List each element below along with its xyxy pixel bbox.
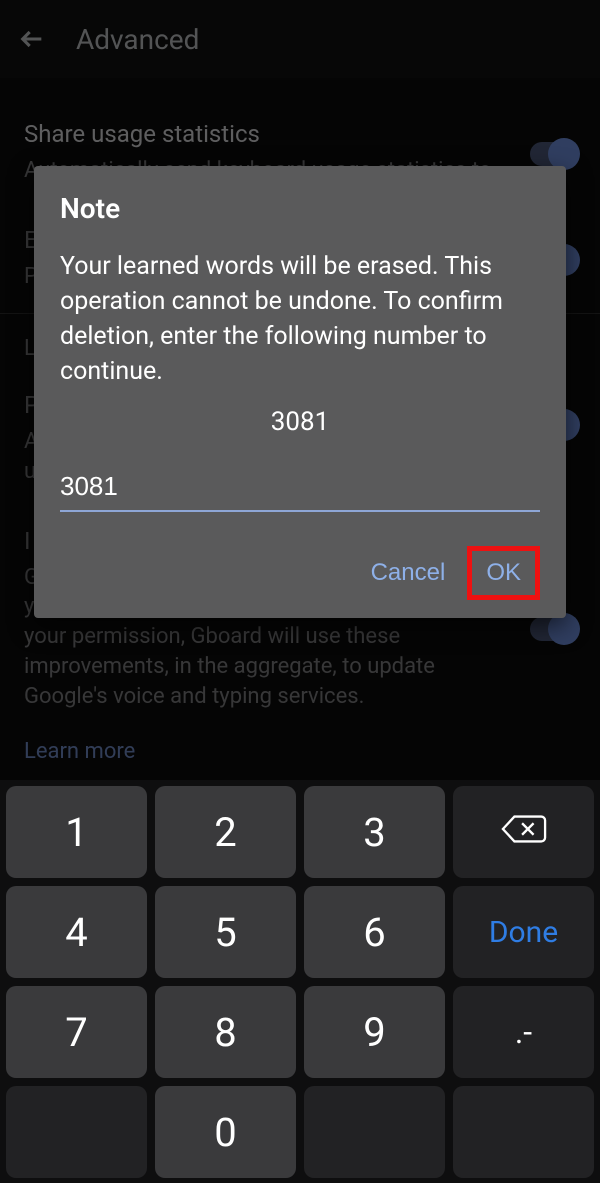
keyboard-row: 7 8 9 .- (6, 986, 594, 1078)
key-6[interactable]: 6 (304, 886, 445, 978)
key-blank-mid[interactable] (304, 1086, 445, 1178)
key-blank-left[interactable] (6, 1086, 147, 1178)
dialog-body: Your learned words will be erased. This … (60, 249, 540, 389)
dialog-actions: Cancel OK (60, 546, 540, 600)
ok-button-highlight: OK (467, 546, 540, 600)
confirm-dialog: Note Your learned words will be erased. … (34, 166, 566, 618)
settings-screen: Advanced Share usage statistics Automati… (0, 0, 600, 1183)
ok-button[interactable]: OK (476, 553, 531, 593)
backspace-icon (501, 809, 547, 856)
key-dot-dash[interactable]: .- (453, 986, 594, 1078)
dialog-title: Note (60, 192, 540, 225)
keyboard-row: 4 5 6 Done (6, 886, 594, 978)
keyboard-row: 0 (6, 1086, 594, 1178)
key-8[interactable]: 8 (155, 986, 296, 1078)
key-7[interactable]: 7 (6, 986, 147, 1078)
keyboard-row: 1 2 3 (6, 786, 594, 878)
key-backspace[interactable] (453, 786, 594, 878)
key-done[interactable]: Done (453, 886, 594, 978)
key-blank-right[interactable] (453, 1086, 594, 1178)
confirm-code-input[interactable] (60, 467, 540, 512)
key-0[interactable]: 0 (155, 1086, 296, 1178)
key-3[interactable]: 3 (304, 786, 445, 878)
key-5[interactable]: 5 (155, 886, 296, 978)
cancel-button[interactable]: Cancel (355, 549, 462, 597)
key-4[interactable]: 4 (6, 886, 147, 978)
key-2[interactable]: 2 (155, 786, 296, 878)
dialog-code: 3081 (60, 407, 540, 437)
key-9[interactable]: 9 (304, 986, 445, 1078)
dialog-input-wrap (60, 467, 540, 512)
numeric-keyboard: 1 2 3 4 5 6 Done 7 8 9 .- 0 (0, 780, 600, 1183)
key-1[interactable]: 1 (6, 786, 147, 878)
